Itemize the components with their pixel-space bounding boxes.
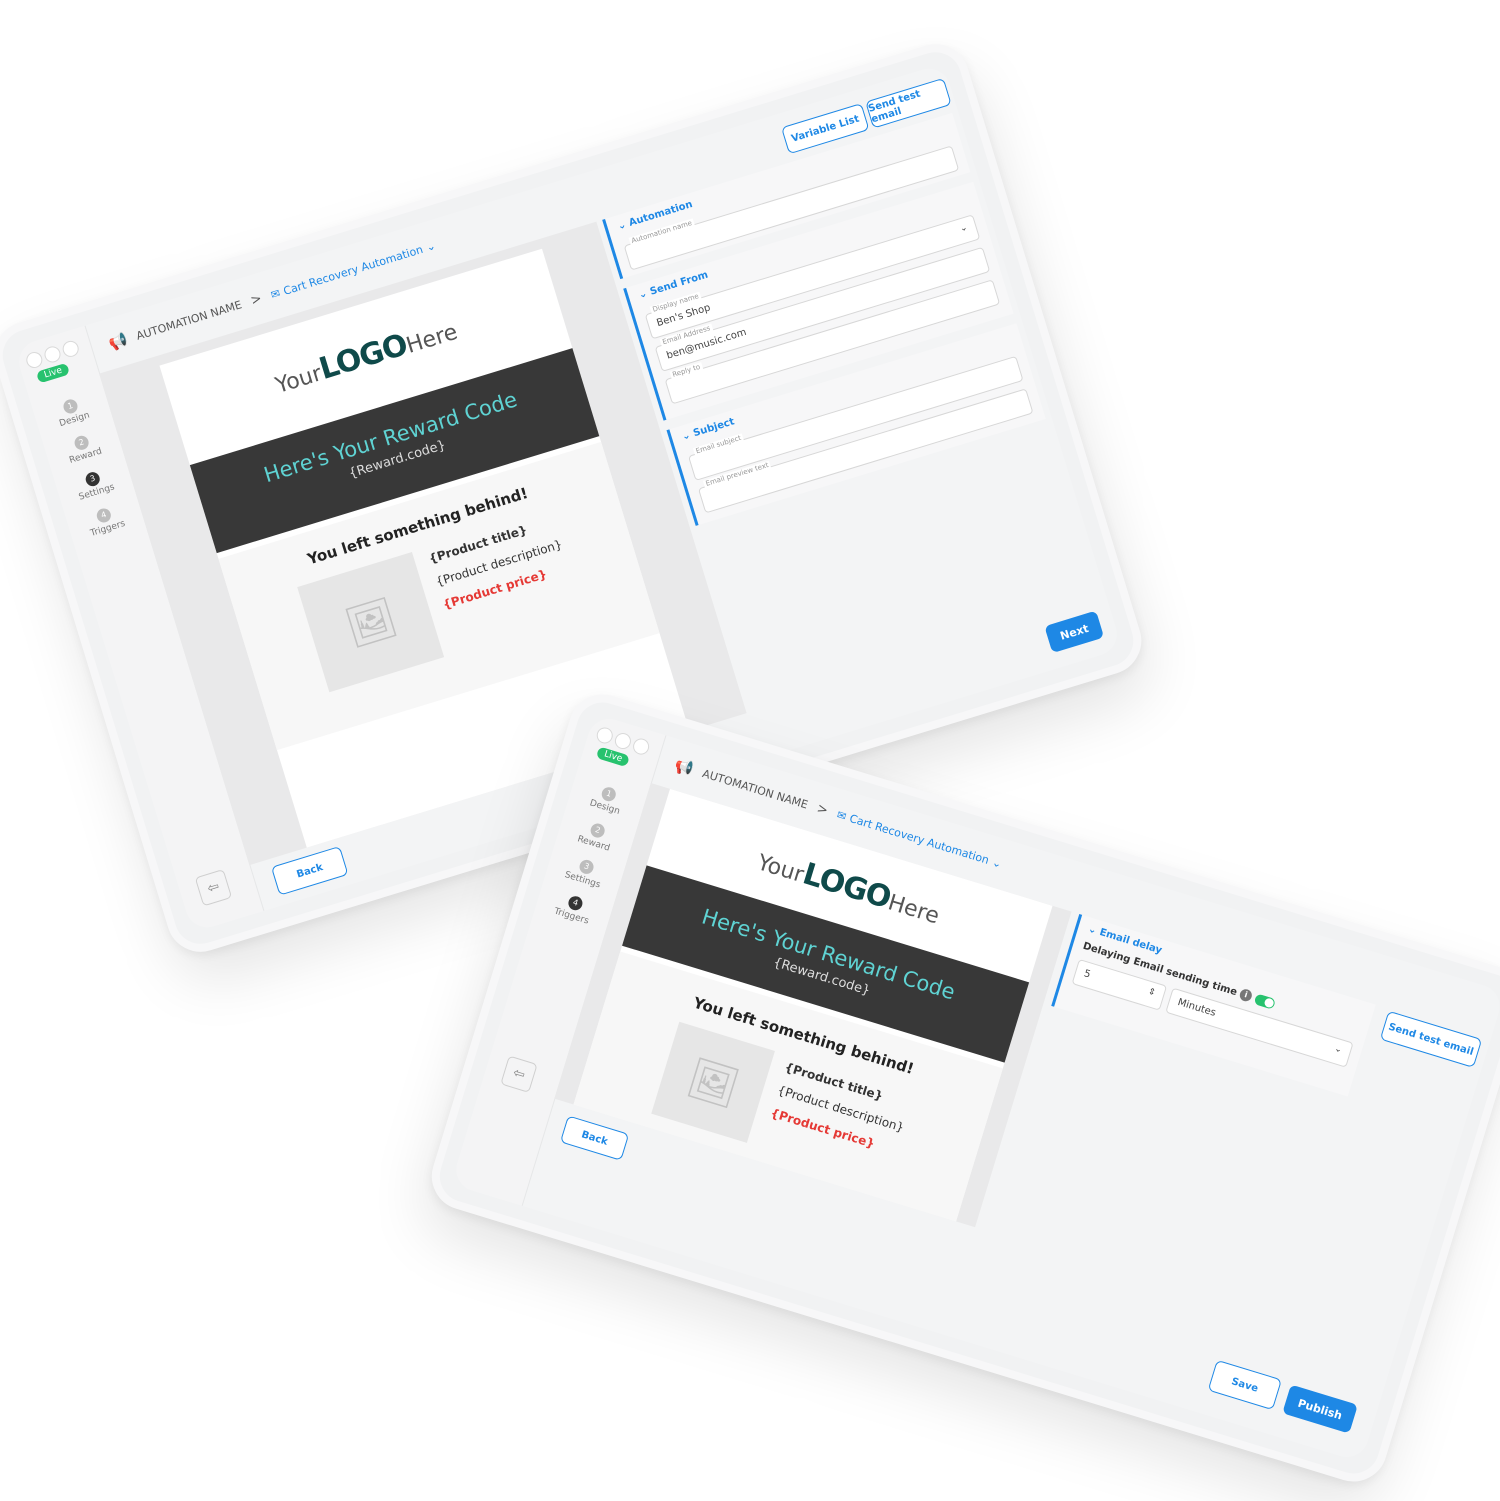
step-design[interactable]: 1 Design xyxy=(33,389,111,435)
logo-text-pre: Your xyxy=(754,850,807,888)
breadcrumb-separator: > xyxy=(815,800,830,819)
step-number: 3 xyxy=(83,470,102,488)
step-settings[interactable]: 3 Settings xyxy=(55,462,133,508)
step-reward[interactable]: 2 Reward xyxy=(557,813,635,859)
step-number: 2 xyxy=(588,821,607,840)
step-number: 2 xyxy=(72,434,91,452)
product-info: {Product title} {Product description} {P… xyxy=(761,1055,915,1185)
logo-text-post: Here xyxy=(403,319,461,359)
window-dot[interactable] xyxy=(42,344,63,365)
chevron-down-icon: ⌄ xyxy=(958,222,969,235)
step-triggers[interactable]: 4 Triggers xyxy=(534,886,612,932)
chevron-down-icon: ⌄ xyxy=(1333,1043,1344,1056)
subject-section-title: Subject xyxy=(692,416,736,440)
send-from-section-title: Send From xyxy=(648,269,710,298)
logo-text-main: LOGO xyxy=(798,856,895,917)
window-dot[interactable] xyxy=(594,725,615,746)
step-number: 3 xyxy=(577,858,596,876)
screen-triggers: Live 1 Design 2 Reward 3 Settings 4 Triggers… xyxy=(450,713,1500,1463)
step-triggers[interactable]: 4 Triggers xyxy=(66,498,144,544)
device-triggers: Live 1 Design 2 Reward 3 Settings 4 Triggers… xyxy=(423,686,1500,1490)
window-dot[interactable] xyxy=(631,736,652,757)
field-value: Minutes xyxy=(1176,996,1218,1019)
image-placeholder-icon: 🖼 xyxy=(297,551,445,693)
chevron-down-icon: ⌄ xyxy=(990,855,1004,871)
email-template-icon: ✉ xyxy=(269,286,282,302)
field-value: 5 xyxy=(1082,968,1092,981)
step-number: 4 xyxy=(95,506,113,525)
step-design[interactable]: 1 Design xyxy=(568,777,646,823)
megaphone-icon: 📢 xyxy=(106,330,130,354)
megaphone-icon: 📢 xyxy=(672,755,696,779)
window-dot[interactable] xyxy=(24,350,45,370)
chevron-down-icon: ⌄ xyxy=(424,238,438,254)
window-dot[interactable] xyxy=(612,731,633,752)
back-button[interactable]: Back xyxy=(559,1115,630,1161)
stepper-arrows-icon[interactable]: ⇕ xyxy=(1147,987,1157,999)
window-dot[interactable] xyxy=(60,338,81,359)
product-info: {Product title} {Product description} {P… xyxy=(426,509,584,653)
step-reward[interactable]: 2 Reward xyxy=(44,425,122,471)
breadcrumb-separator: > xyxy=(248,290,264,309)
step-number: 1 xyxy=(600,785,618,803)
logo-text-post: Here xyxy=(884,890,943,930)
logo-text-main: LOGO xyxy=(315,327,412,388)
logo-text-pre: Your xyxy=(272,361,325,399)
step-number: 1 xyxy=(61,397,80,416)
exit-icon[interactable]: ⇦ xyxy=(500,1055,538,1093)
email-template-icon: ✉ xyxy=(835,807,848,823)
step-settings[interactable]: 3 Settings xyxy=(546,849,624,895)
image-placeholder-icon: 🖼 xyxy=(651,1021,776,1143)
next-button[interactable]: Next xyxy=(1044,610,1105,654)
exit-icon[interactable]: ⇦ xyxy=(194,868,233,907)
step-number: 4 xyxy=(566,894,585,912)
window-controls xyxy=(24,338,81,370)
